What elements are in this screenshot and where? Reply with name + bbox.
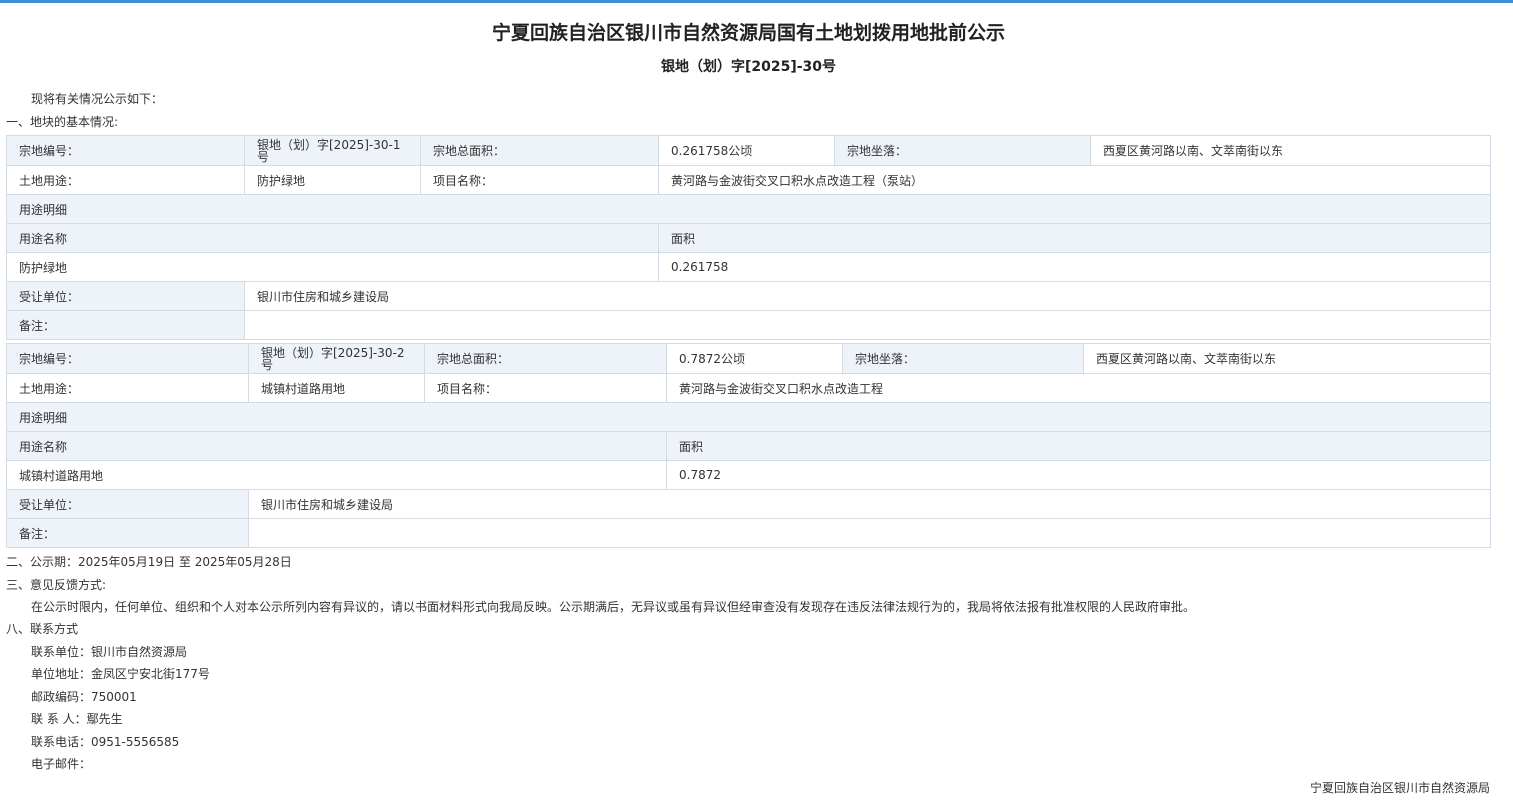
table-row: 备注： bbox=[6, 310, 1491, 340]
use-detail-header: 用途明细 bbox=[6, 402, 1491, 432]
parcel-no-label: 宗地编号： bbox=[6, 343, 249, 374]
land-use-label: 土地用途： bbox=[6, 373, 249, 403]
location-value: 西夏区黄河路以南、文萃南街以东 bbox=[1090, 135, 1491, 166]
table-row: 防护绿地 0.261758 bbox=[6, 252, 1491, 282]
land-use-value: 城镇村道路用地 bbox=[248, 373, 425, 403]
total-area-value: 0.7872公顷 bbox=[666, 343, 843, 374]
grantee-value: 银川市住房和城乡建设局 bbox=[248, 489, 1491, 519]
project-name-value: 黄河路与金波街交叉口积水点改造工程 bbox=[666, 373, 1491, 403]
contact-unit: 联系单位：银川市自然资源局 bbox=[31, 645, 188, 659]
detail-area-value: 0.261758 bbox=[658, 252, 1491, 282]
table-row: 城镇村道路用地 0.7872 bbox=[6, 460, 1491, 490]
grantee-label: 受让单位： bbox=[6, 281, 245, 311]
section-basic-info-heading: 一、地块的基本情况: bbox=[6, 115, 119, 129]
table-row: 土地用途： 防护绿地 项目名称： 黄河路与金波街交叉口积水点改造工程（泵站） bbox=[6, 165, 1491, 195]
project-name-value: 黄河路与金波街交叉口积水点改造工程（泵站） bbox=[658, 165, 1491, 195]
contact-address: 单位地址：金凤区宁安北街177号 bbox=[31, 667, 210, 681]
top-accent-bar bbox=[0, 0, 1513, 3]
contact-phone: 联系电话：0951-5556585 bbox=[31, 735, 180, 749]
use-name-header: 用途名称 bbox=[6, 223, 659, 253]
detail-use-value: 城镇村道路用地 bbox=[6, 460, 667, 490]
page-title: 宁夏回族自治区银川市自然资源局国有土地划拨用地批前公示 bbox=[491, 22, 1005, 44]
section-feedback-heading: 三、意见反馈方式: bbox=[6, 578, 107, 592]
use-name-header: 用途名称 bbox=[6, 431, 667, 461]
parcel-no-value: 银地（划）字[2025]-30-2号 bbox=[248, 343, 425, 374]
table-row: 土地用途： 城镇村道路用地 项目名称： 黄河路与金波街交叉口积水点改造工程 bbox=[6, 373, 1491, 403]
feedback-text: 在公示时限内，任何单位、组织和个人对本公示所列内容有异议的，请以书面材料形式向我… bbox=[31, 600, 1196, 614]
project-name-label: 项目名称： bbox=[424, 373, 667, 403]
parcel-no-label: 宗地编号： bbox=[6, 135, 245, 166]
area-header: 面积 bbox=[666, 431, 1491, 461]
table-row: 宗地编号： 银地（划）字[2025]-30-2号 宗地总面积： 0.7872公顷… bbox=[6, 343, 1491, 374]
table-row: 备注： bbox=[6, 518, 1491, 548]
remarks-label: 备注： bbox=[6, 518, 249, 548]
section-notice-period: 二、公示期：2025年05月19日 至 2025年05月28日 bbox=[6, 555, 292, 569]
total-area-value: 0.261758公顷 bbox=[658, 135, 835, 166]
remarks-value bbox=[244, 310, 1491, 340]
section-contact-heading: 八、联系方式 bbox=[6, 622, 79, 636]
grantee-label: 受让单位： bbox=[6, 489, 249, 519]
table-row: 用途明细 bbox=[6, 194, 1491, 224]
table-row: 受让单位： 银川市住房和城乡建设局 bbox=[6, 489, 1491, 519]
contact-person: 联 系 人：鄢先生 bbox=[31, 712, 123, 726]
remarks-value bbox=[248, 518, 1491, 548]
project-name-label: 项目名称： bbox=[420, 165, 659, 195]
detail-use-value: 防护绿地 bbox=[6, 252, 659, 282]
total-area-label: 宗地总面积： bbox=[424, 343, 667, 374]
table-row: 用途名称 面积 bbox=[6, 431, 1491, 461]
table-row: 用途明细 bbox=[6, 402, 1491, 432]
remarks-label: 备注： bbox=[6, 310, 245, 340]
parcel-no-value: 银地（划）字[2025]-30-1号 bbox=[244, 135, 421, 166]
document-number: 银地（划）字[2025]-30号 bbox=[660, 59, 837, 75]
grantee-value: 银川市住房和城乡建设局 bbox=[244, 281, 1491, 311]
area-header: 面积 bbox=[658, 223, 1491, 253]
detail-area-value: 0.7872 bbox=[666, 460, 1491, 490]
location-value: 西夏区黄河路以南、文萃南街以东 bbox=[1083, 343, 1491, 374]
location-label: 宗地坐落： bbox=[842, 343, 1084, 374]
land-use-value: 防护绿地 bbox=[244, 165, 421, 195]
total-area-label: 宗地总面积： bbox=[420, 135, 659, 166]
footer-issuer: 宁夏回族自治区银川市自然资源局 bbox=[1309, 781, 1490, 795]
use-detail-header: 用途明细 bbox=[6, 194, 1491, 224]
table-row: 用途名称 面积 bbox=[6, 223, 1491, 253]
land-use-label: 土地用途： bbox=[6, 165, 245, 195]
parcel-table-1: 宗地编号： 银地（划）字[2025]-30-1号 宗地总面积： 0.261758… bbox=[6, 135, 1491, 340]
parcel-table-2: 宗地编号： 银地（划）字[2025]-30-2号 宗地总面积： 0.7872公顷… bbox=[6, 343, 1491, 548]
table-row: 宗地编号： 银地（划）字[2025]-30-1号 宗地总面积： 0.261758… bbox=[6, 135, 1491, 166]
contact-postcode: 邮政编码：750001 bbox=[31, 690, 137, 704]
location-label: 宗地坐落： bbox=[834, 135, 1091, 166]
table-row: 受让单位： 银川市住房和城乡建设局 bbox=[6, 281, 1491, 311]
intro-text: 现将有关情况公示如下： bbox=[31, 92, 164, 106]
contact-email: 电子邮件： bbox=[31, 757, 92, 771]
